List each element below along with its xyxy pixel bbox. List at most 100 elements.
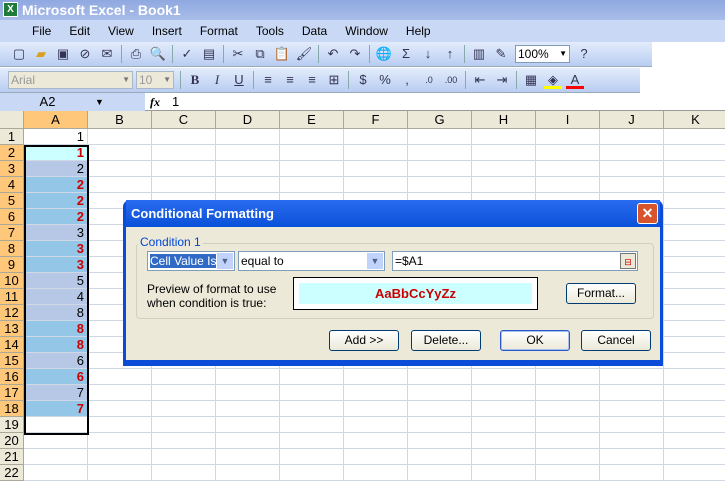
cell[interactable] <box>280 401 344 417</box>
cell[interactable] <box>664 289 725 305</box>
cell[interactable] <box>88 385 152 401</box>
cell[interactable] <box>472 145 536 161</box>
permission-icon[interactable]: ⊘ <box>76 45 94 63</box>
cell[interactable] <box>216 177 280 193</box>
cell[interactable] <box>216 385 280 401</box>
cell[interactable] <box>152 177 216 193</box>
cell[interactable] <box>216 465 280 481</box>
help-icon[interactable]: ? <box>575 45 593 63</box>
cell[interactable] <box>280 161 344 177</box>
cell[interactable] <box>344 161 408 177</box>
cell[interactable] <box>344 129 408 145</box>
row-header[interactable]: 15 <box>0 353 24 369</box>
italic-icon[interactable]: I <box>208 71 226 89</box>
cut-icon[interactable]: ✂ <box>229 45 247 63</box>
row-header[interactable]: 14 <box>0 337 24 353</box>
increase-decimal-icon[interactable]: .0 <box>420 71 438 89</box>
cell[interactable] <box>472 129 536 145</box>
cell[interactable] <box>408 385 472 401</box>
cell[interactable] <box>152 385 216 401</box>
column-header[interactable]: G <box>408 111 472 129</box>
align-left-icon[interactable]: ≡ <box>259 71 277 89</box>
cell[interactable] <box>664 209 725 225</box>
cell[interactable] <box>536 177 600 193</box>
cell[interactable] <box>88 145 152 161</box>
cell[interactable] <box>664 193 725 209</box>
cell[interactable] <box>664 273 725 289</box>
cell[interactable] <box>344 449 408 465</box>
merge-center-icon[interactable]: ⊞ <box>325 71 343 89</box>
cell[interactable] <box>472 433 536 449</box>
save-icon[interactable]: ▣ <box>54 45 72 63</box>
cell[interactable] <box>536 449 600 465</box>
cell[interactable] <box>408 129 472 145</box>
align-right-icon[interactable]: ≡ <box>303 71 321 89</box>
column-header[interactable]: H <box>472 111 536 129</box>
percent-icon[interactable]: % <box>376 71 394 89</box>
cell[interactable] <box>152 161 216 177</box>
font-combo[interactable]: Arial ▼ <box>8 71 133 89</box>
font-size-combo[interactable]: 10 ▼ <box>136 71 174 89</box>
row-header[interactable]: 1 <box>0 129 24 145</box>
row-header[interactable]: 18 <box>0 401 24 417</box>
chart-wizard-icon[interactable]: ▥ <box>470 45 488 63</box>
currency-icon[interactable]: $ <box>354 71 372 89</box>
sort-descending-icon[interactable]: ↑ <box>441 45 459 63</box>
row-header[interactable]: 8 <box>0 241 24 257</box>
cell[interactable] <box>408 465 472 481</box>
cell[interactable] <box>664 225 725 241</box>
cell[interactable]: 8 <box>24 305 88 321</box>
cell[interactable]: 7 <box>24 401 88 417</box>
align-center-icon[interactable]: ≡ <box>281 71 299 89</box>
cell[interactable] <box>408 449 472 465</box>
cell[interactable] <box>664 129 725 145</box>
cell[interactable] <box>280 465 344 481</box>
cell[interactable]: 3 <box>24 241 88 257</box>
copy-icon[interactable]: ⧉ <box>251 45 269 63</box>
cell[interactable] <box>664 337 725 353</box>
row-header[interactable]: 13 <box>0 321 24 337</box>
row-header[interactable]: 19 <box>0 417 24 433</box>
comma-icon[interactable]: , <box>398 71 416 89</box>
cell[interactable]: 6 <box>24 369 88 385</box>
row-header[interactable]: 16 <box>0 369 24 385</box>
column-header[interactable]: E <box>280 111 344 129</box>
cell[interactable] <box>664 353 725 369</box>
cell[interactable] <box>664 369 725 385</box>
column-header[interactable]: J <box>600 111 664 129</box>
menu-file[interactable]: File <box>32 24 51 38</box>
print-icon[interactable]: ⎙ <box>127 45 145 63</box>
cell[interactable] <box>664 257 725 273</box>
increase-indent-icon[interactable]: ⇥ <box>493 71 511 89</box>
cell[interactable] <box>664 145 725 161</box>
cell[interactable] <box>536 417 600 433</box>
sort-ascending-icon[interactable]: ↓ <box>419 45 437 63</box>
cell[interactable] <box>472 449 536 465</box>
fx-icon[interactable]: fx <box>150 93 160 111</box>
open-icon[interactable]: ▰ <box>32 45 50 63</box>
cell[interactable] <box>88 161 152 177</box>
cell[interactable]: 6 <box>24 353 88 369</box>
column-header[interactable]: B <box>88 111 152 129</box>
cell[interactable] <box>536 401 600 417</box>
print-preview-icon[interactable]: 🔍 <box>149 45 167 63</box>
cell[interactable] <box>600 161 664 177</box>
cell[interactable] <box>408 417 472 433</box>
menu-format[interactable]: Format <box>200 24 238 38</box>
row-header[interactable]: 10 <box>0 273 24 289</box>
cell[interactable] <box>152 129 216 145</box>
cell[interactable] <box>344 369 408 385</box>
cell[interactable] <box>600 145 664 161</box>
cell[interactable] <box>88 177 152 193</box>
drawing-icon[interactable]: ✎ <box>492 45 510 63</box>
cell[interactable] <box>24 417 88 433</box>
cell[interactable] <box>472 161 536 177</box>
cell[interactable] <box>216 401 280 417</box>
cell[interactable]: 4 <box>24 289 88 305</box>
cell[interactable] <box>408 177 472 193</box>
cell[interactable] <box>344 145 408 161</box>
row-header[interactable]: 22 <box>0 465 24 481</box>
cell[interactable] <box>88 129 152 145</box>
close-icon[interactable]: ✕ <box>637 203 658 224</box>
cell[interactable] <box>472 177 536 193</box>
